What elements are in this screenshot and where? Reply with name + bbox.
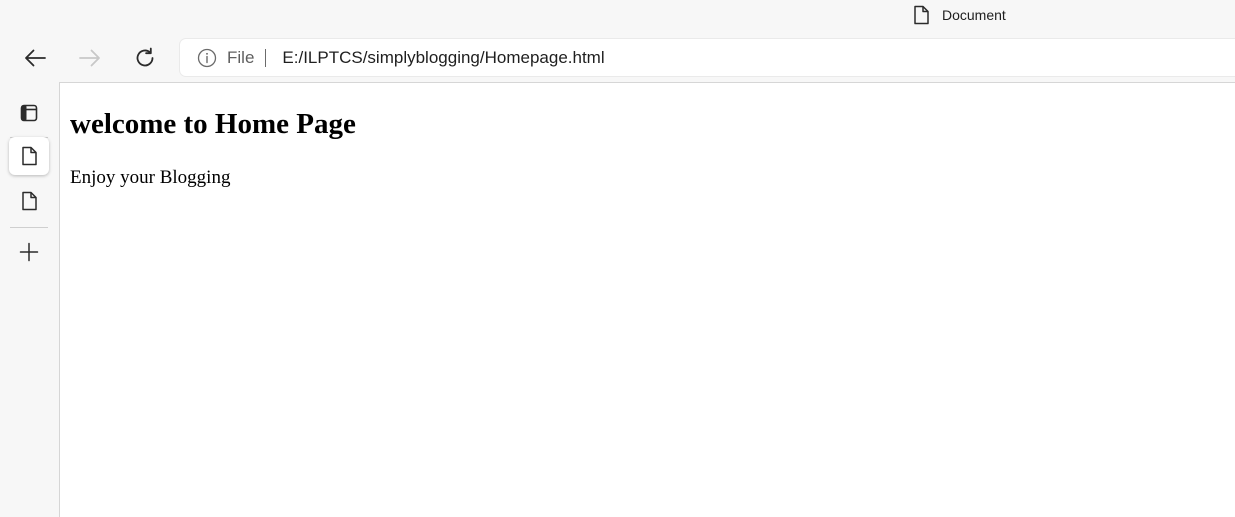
site-info-button[interactable] — [197, 48, 217, 68]
info-icon — [197, 48, 217, 68]
forward-button[interactable] — [72, 42, 108, 74]
forward-arrow-icon — [79, 49, 101, 67]
new-tab-button[interactable] — [9, 233, 49, 271]
address-bar[interactable]: File E:/ILPTCS/simplyblogging/Homepage.h… — [180, 39, 1235, 76]
page-paragraph: Enjoy your Blogging — [70, 167, 231, 188]
document-icon — [912, 5, 930, 25]
document-icon — [20, 146, 38, 166]
document-icon — [20, 191, 38, 211]
sidebar-divider — [10, 227, 48, 228]
page-content: welcome to Home Page Enjoy your Blogging — [60, 83, 1235, 517]
sidebar-tab-active[interactable] — [9, 137, 49, 175]
tab-actions-icon — [19, 103, 39, 123]
vertical-tabs-sidebar — [0, 82, 60, 517]
address-url[interactable]: E:/ILPTCS/simplyblogging/Homepage.html — [282, 48, 604, 68]
window-title: Document — [912, 4, 1006, 26]
window-title-text: Document — [942, 7, 1006, 23]
toolbar: File E:/ILPTCS/simplyblogging/Homepage.h… — [0, 32, 1235, 82]
refresh-button[interactable] — [127, 42, 163, 74]
browser-window: Document File E:/ILPTCS/simplyblogging/H… — [0, 0, 1235, 517]
title-bar: Document — [0, 0, 1235, 32]
address-separator — [265, 48, 267, 67]
sidebar-tab[interactable] — [9, 182, 49, 220]
page-heading: welcome to Home Page — [70, 108, 356, 140]
address-scheme-label: File — [227, 47, 255, 67]
tab-actions-button[interactable] — [9, 94, 49, 132]
back-button[interactable] — [17, 42, 53, 74]
plus-icon — [19, 242, 39, 262]
back-arrow-icon — [24, 49, 46, 67]
refresh-icon — [134, 47, 156, 69]
